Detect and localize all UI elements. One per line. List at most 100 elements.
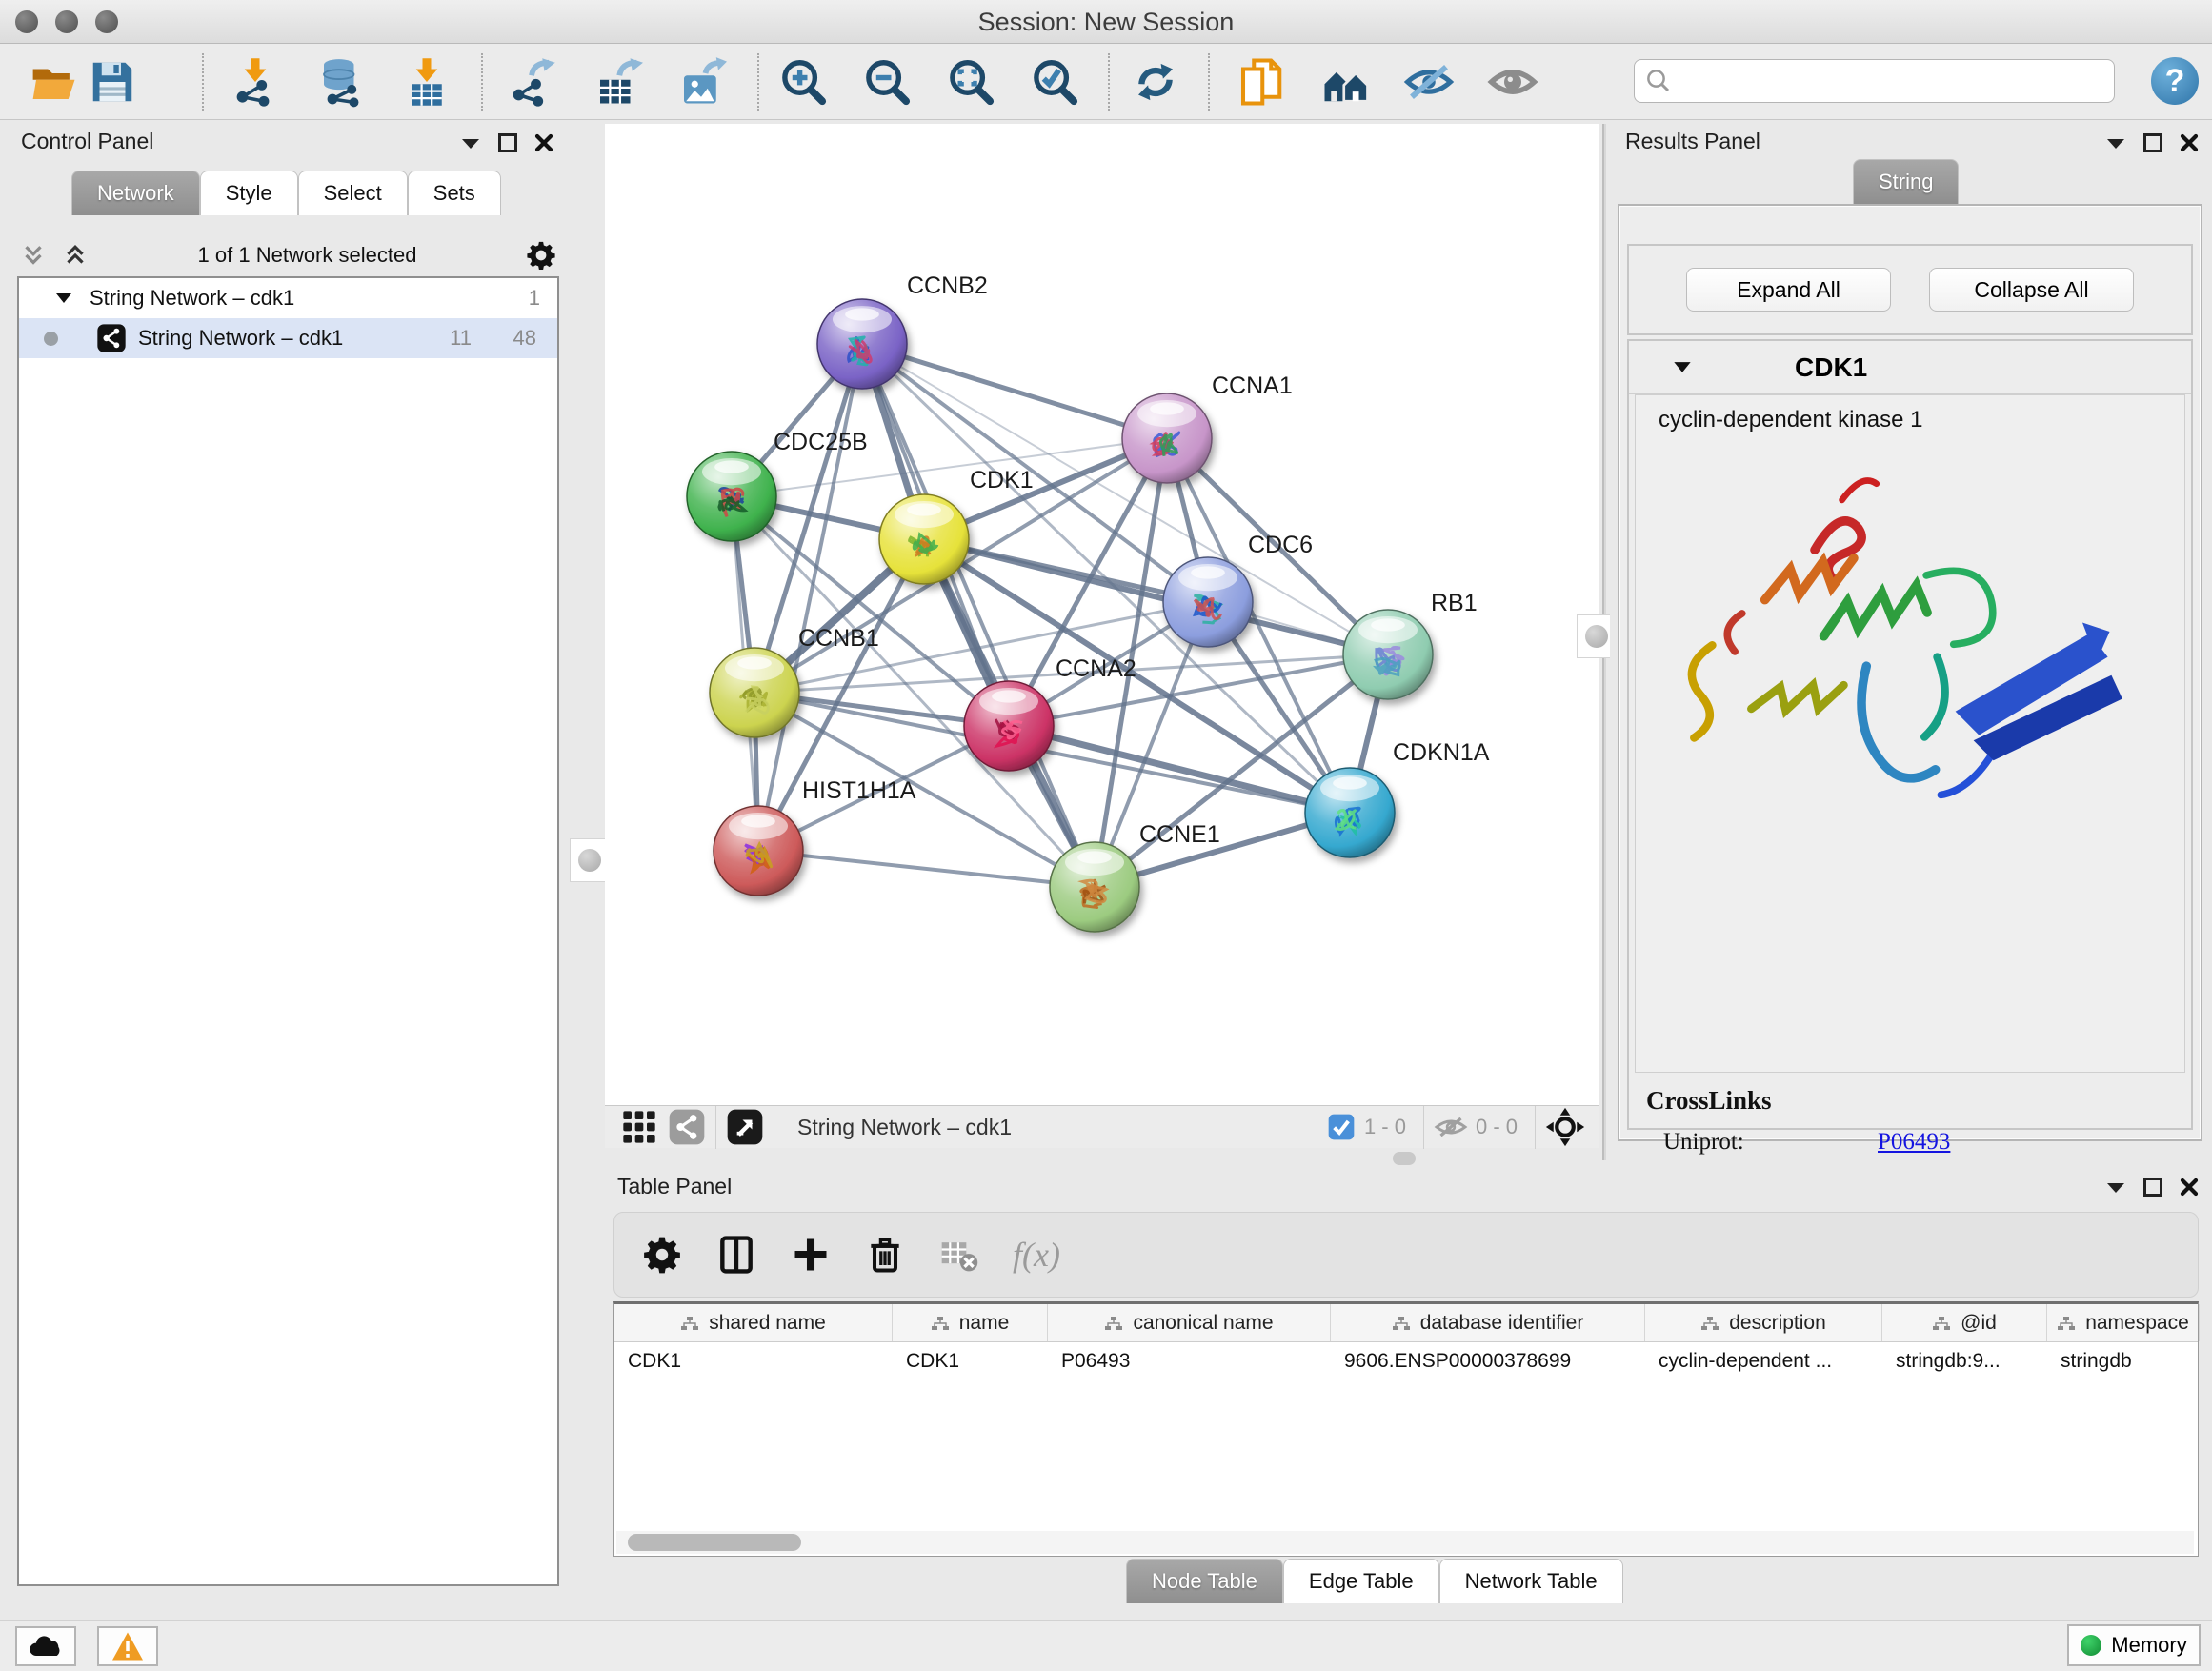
open-session-button[interactable] (27, 55, 80, 109)
copy-documents-button[interactable] (1234, 55, 1287, 109)
panel-float-icon[interactable] (2143, 133, 2162, 152)
column-header-5[interactable]: @id (1882, 1304, 2047, 1341)
tab-select[interactable]: Select (298, 171, 408, 215)
cloud-status-button[interactable] (15, 1626, 76, 1666)
tab-sets[interactable]: Sets (408, 171, 501, 215)
table-cell[interactable]: cyclin-dependent ... (1645, 1342, 1882, 1382)
open-in-window-icon[interactable] (726, 1108, 764, 1146)
save-session-button[interactable] (86, 55, 139, 109)
tab-node-table[interactable]: Node Table (1126, 1559, 1283, 1603)
panel-close-icon[interactable] (534, 133, 553, 152)
import-table-file-button[interactable] (400, 55, 453, 109)
panel-close-icon[interactable] (2180, 1178, 2199, 1197)
show-columns-icon[interactable] (715, 1234, 757, 1276)
zoom-out-button[interactable] (860, 55, 914, 109)
hidden-eye-slash-icon[interactable] (1434, 1110, 1468, 1144)
column-header-6[interactable]: namespace (2047, 1304, 2200, 1341)
column-header-3[interactable]: database identifier (1331, 1304, 1645, 1341)
collapse-all-button[interactable]: Collapse All (1929, 268, 2134, 312)
network-collection-row[interactable]: String Network – cdk1 1 (19, 278, 557, 318)
zoom-in-button[interactable] (776, 55, 830, 109)
warnings-button[interactable] (97, 1626, 158, 1666)
panel-float-icon[interactable] (498, 133, 517, 152)
add-column-plus-icon[interactable] (790, 1234, 832, 1276)
panel-close-icon[interactable] (2180, 133, 2199, 152)
table-options-gear-icon[interactable] (641, 1234, 683, 1276)
collection-expander-icon[interactable] (55, 292, 72, 304)
network-edge-CCNB2-CCNE1[interactable] (862, 344, 1095, 887)
title-bar: Session: New Session (0, 0, 2212, 44)
uniprot-link[interactable]: P06493 (1878, 1129, 1950, 1156)
import-network-database-button[interactable] (314, 55, 368, 109)
tab-network-table[interactable]: Network Table (1439, 1559, 1623, 1603)
apply-layout-button[interactable] (1129, 55, 1182, 109)
network-node-CCNE1[interactable] (1050, 842, 1139, 932)
table-cell[interactable]: CDK1 (614, 1342, 893, 1382)
hide-panels-button[interactable] (1402, 55, 1456, 109)
network-node-CDC6[interactable] (1163, 557, 1253, 647)
scrollbar-thumb[interactable] (628, 1534, 801, 1551)
tab-style[interactable]: Style (200, 171, 298, 215)
network-node-RB1[interactable] (1343, 610, 1433, 699)
current-network-dot-icon (44, 332, 58, 346)
network-edge-CDK1-RB1[interactable] (924, 539, 1388, 654)
section-expander-icon[interactable] (1673, 361, 1692, 373)
selected-checkbox-icon[interactable] (1326, 1112, 1357, 1142)
network-view-canvas[interactable]: CCNB2CCNA1CDC25BCDK1CDC6RB1CCNB1CCNA2CDK… (605, 124, 1599, 1148)
network-graph[interactable]: CCNB2CCNA1CDC25BCDK1CDC6RB1CCNB1CCNA2CDK… (605, 124, 1599, 1105)
column-header-0[interactable]: shared name (614, 1304, 893, 1341)
table-row[interactable]: CDK1CDK1P064939606.ENSP00000378699cyclin… (614, 1342, 2198, 1382)
search-input[interactable] (1673, 69, 2092, 93)
network-node-CDKN1A[interactable] (1305, 768, 1395, 857)
table-cell[interactable]: CDK1 (893, 1342, 1048, 1382)
panel-menu-icon[interactable] (2105, 1180, 2126, 1194)
panel-splitter-handle[interactable] (570, 838, 610, 882)
show-panel-button[interactable] (1486, 55, 1539, 109)
memory-button[interactable]: Memory (2067, 1624, 2201, 1666)
tab-string[interactable]: String (1853, 159, 1959, 204)
expand-all-button[interactable]: Expand All (1686, 268, 1891, 312)
birds-eye-view-icon[interactable] (1545, 1107, 1585, 1147)
delete-table-icon[interactable] (938, 1234, 980, 1276)
tab-network[interactable]: Network (71, 171, 200, 215)
warning-icon (111, 1631, 145, 1661)
table-cell[interactable]: stringdb:9... (1882, 1342, 2047, 1382)
panel-menu-icon[interactable] (460, 136, 481, 150)
delete-column-trash-icon[interactable] (864, 1234, 906, 1276)
tab-edge-table[interactable]: Edge Table (1283, 1559, 1439, 1603)
zoom-fit-button[interactable] (944, 55, 997, 109)
grid-view-icon[interactable] (620, 1108, 658, 1146)
network-node-CDC25B[interactable] (687, 452, 776, 541)
network-edge-CCNB2-CCNA1[interactable] (862, 344, 1167, 438)
export-image-button[interactable] (674, 55, 728, 109)
horizontal-scrollbar[interactable] (616, 1531, 2194, 1554)
column-header-1[interactable]: name (893, 1304, 1048, 1341)
share-view-icon[interactable] (668, 1108, 706, 1146)
column-header-2[interactable]: canonical name (1048, 1304, 1331, 1341)
export-table-button[interactable] (591, 55, 644, 109)
table-cell[interactable]: 9606.ENSP00000378699 (1331, 1342, 1645, 1382)
zoom-selected-button[interactable] (1028, 55, 1081, 109)
network-edge-CCNB2-HIST1H1A[interactable] (758, 344, 862, 851)
help-button[interactable]: ? (2151, 57, 2199, 105)
panel-float-icon[interactable] (2143, 1178, 2162, 1197)
panel-menu-icon[interactable] (2105, 136, 2126, 150)
collapse-all-icon[interactable] (19, 241, 48, 270)
column-header-4[interactable]: description (1645, 1304, 1882, 1341)
panel-splitter-handle[interactable] (1393, 1152, 1416, 1165)
gear-icon[interactable] (525, 239, 557, 272)
network-row[interactable]: String Network – cdk1 11 48 (19, 318, 557, 358)
network-node-CCNA2[interactable] (964, 681, 1054, 771)
table-cell[interactable]: stringdb (2047, 1342, 2200, 1382)
network-node-HIST1H1A[interactable] (714, 806, 803, 896)
home-button[interactable] (1319, 55, 1373, 109)
network-node-CCNA1[interactable] (1122, 393, 1212, 483)
function-builder-button[interactable]: f(x) (1013, 1235, 1060, 1275)
network-node-CCNB1[interactable] (710, 648, 799, 737)
table-cell[interactable]: P06493 (1048, 1342, 1331, 1382)
import-network-file-button[interactable] (229, 55, 282, 109)
expand-all-icon[interactable] (61, 241, 90, 270)
network-node-CCNB2[interactable] (817, 299, 907, 389)
network-node-CDK1[interactable] (879, 494, 969, 584)
export-network-button[interactable] (505, 55, 558, 109)
